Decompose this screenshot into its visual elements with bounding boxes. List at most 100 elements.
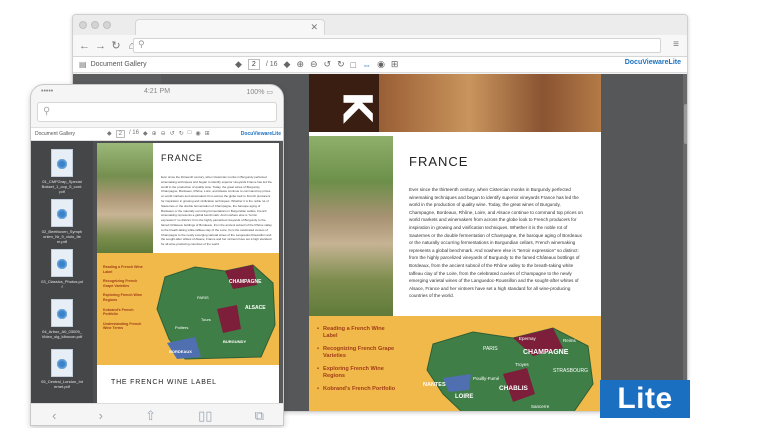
thumbnail-item[interactable]: 04_Arbox_A0_03009_Video_sig_ldbocon.pdf bbox=[41, 299, 83, 339]
svg-text:Sancerre: Sancerre bbox=[531, 404, 550, 409]
pdf-file-icon bbox=[51, 149, 73, 177]
thumbnail-filename: 02_Beethoven_Symphonien_Nr_9_violo_Item.… bbox=[41, 229, 83, 244]
address-bar[interactable]: ⚲ bbox=[133, 38, 661, 53]
mobile-thumbnail-panel[interactable]: 01_CMFGrap_SpecialBokset_1_cop_5_cont.pd… bbox=[31, 141, 93, 403]
section-item[interactable]: • Recognizing French Grape Varieties bbox=[317, 346, 397, 360]
thumbnails-icon[interactable]: ⊞ bbox=[391, 59, 399, 70]
thumbnail-filename: 04_Arbox_A0_03009_Video_sig_ldbocon.pdf bbox=[41, 329, 83, 339]
mobile-address-bar[interactable]: ⚲ bbox=[37, 102, 277, 122]
thumbnail-item[interactable]: 02_Beethoven_Symphonien_Nr_9_violo_Item.… bbox=[41, 199, 83, 244]
scrollbar-thumb[interactable] bbox=[684, 104, 687, 144]
previous-page-icon[interactable]: ◆ bbox=[235, 59, 242, 70]
rotate-right-icon[interactable]: ↻ bbox=[337, 59, 345, 70]
svg-text:CHABLIS: CHABLIS bbox=[499, 385, 529, 392]
svg-text:Tours: Tours bbox=[201, 317, 211, 322]
thumbnail-item[interactable]: 05_Central_London_Internet.pdf bbox=[41, 349, 83, 389]
svg-text:Troyes: Troyes bbox=[515, 362, 529, 367]
pdf-file-icon bbox=[51, 299, 73, 327]
svg-text:PARIS: PARIS bbox=[483, 346, 498, 352]
svg-text:LOIRE: LOIRE bbox=[455, 394, 473, 400]
back-arrow-icon[interactable]: ← bbox=[79, 40, 90, 52]
battery-icon: ▭ bbox=[266, 89, 273, 96]
document-gallery-label[interactable]: Document Gallery bbox=[35, 131, 75, 137]
browser-tab-bar: ✕ bbox=[73, 15, 687, 35]
section-item[interactable]: Kobrand's French Portfolio bbox=[103, 308, 143, 317]
document-page: K FRANCE Ever since the thirteenth centu… bbox=[309, 74, 601, 411]
document-gallery-label: Document Gallery bbox=[90, 61, 147, 68]
zoom-in-icon[interactable]: ⊕ bbox=[152, 130, 157, 138]
rotate-left-icon[interactable]: ↺ bbox=[170, 130, 175, 138]
svg-text:NANTES: NANTES bbox=[423, 382, 446, 388]
section-item[interactable]: • Reading a French Wine Label bbox=[317, 326, 397, 340]
section-list: Reading a French Wine Label Recognizing … bbox=[103, 265, 143, 336]
forward-arrow-icon[interactable]: → bbox=[95, 40, 106, 52]
bookmarks-icon[interactable]: ▯▯ bbox=[198, 408, 212, 424]
viewer-scrollbar[interactable] bbox=[683, 74, 687, 411]
section-item[interactable]: • Kobrand's French Portfolio bbox=[317, 386, 397, 393]
section-item[interactable]: Understanding French Wine Terms bbox=[103, 322, 143, 331]
forward-chevron-icon[interactable]: › bbox=[99, 408, 103, 423]
browser-nav-bar: ← → ↻ ⌂ ⚲ ≡ bbox=[73, 35, 687, 57]
svg-text:BORDEAUX: BORDEAUX bbox=[169, 349, 192, 354]
share-icon[interactable]: ⇧ bbox=[145, 408, 156, 424]
rotate-left-icon[interactable]: ↺ bbox=[324, 59, 332, 70]
maximize-window-button[interactable] bbox=[103, 21, 111, 29]
search-icon: ⚲ bbox=[43, 106, 51, 117]
section-item[interactable]: Reading a French Wine Label bbox=[103, 265, 143, 274]
france-wine-map: CHAMPAGNE ALSACE PARIS Tours Poitiers BO… bbox=[156, 264, 276, 360]
svg-text:Poitiers: Poitiers bbox=[175, 325, 188, 330]
close-tab-icon[interactable]: ✕ bbox=[310, 22, 318, 33]
section-band: • Reading a French Wine Label • Recognizin… bbox=[309, 316, 601, 411]
svg-text:Epernay: Epernay bbox=[519, 336, 537, 341]
tabs-icon[interactable]: ⧉ bbox=[255, 408, 264, 424]
svg-text:Reims: Reims bbox=[563, 338, 577, 343]
screenshot-stage: ✕ ← → ↻ ⌂ ⚲ ≡ ▤ Document Gallery ◆ 2 / 1… bbox=[0, 0, 760, 428]
page-banner-image: K bbox=[309, 74, 601, 132]
zoom-out-icon[interactable]: ⊖ bbox=[161, 130, 166, 138]
battery-indicator: 100% ▭ bbox=[246, 89, 273, 96]
thumbnail-item[interactable]: 03_Classics_Photos.pdf bbox=[41, 249, 83, 289]
previous-page-icon[interactable]: ◆ bbox=[107, 130, 112, 138]
reload-icon[interactable]: ↻ bbox=[111, 39, 121, 52]
fit-page-icon[interactable]: □ bbox=[188, 130, 192, 138]
france-wine-map: Epernay CHAMPAGNE PARIS Troyes NANTES LO… bbox=[423, 327, 594, 411]
browser-tab[interactable]: ✕ bbox=[135, 19, 325, 35]
lite-badge: Lite bbox=[600, 380, 690, 418]
window-controls bbox=[79, 21, 111, 29]
fit-width-icon[interactable]: ⇔ bbox=[362, 60, 371, 70]
minimize-window-button[interactable] bbox=[91, 21, 99, 29]
gallery-icon: ▤ bbox=[79, 60, 87, 69]
section-item[interactable]: • Exploring French Wine Regions bbox=[317, 366, 397, 380]
next-page-icon[interactable]: ◆ bbox=[284, 59, 291, 70]
thumbnail-filename: 03_Classics_Photos.pdf bbox=[41, 279, 83, 289]
page-number-input[interactable]: 2 bbox=[115, 130, 125, 138]
close-window-button[interactable] bbox=[79, 21, 87, 29]
view-mode-icon[interactable]: ◉ bbox=[195, 130, 200, 138]
page-body-text: Ever since the thirteenth century, when … bbox=[161, 175, 272, 247]
zoom-out-icon[interactable]: ⊖ bbox=[310, 59, 318, 70]
fit-page-icon[interactable]: □ bbox=[351, 60, 356, 70]
page-number-input[interactable]: 2 bbox=[247, 59, 260, 70]
svg-text:BURGUNDY: BURGUNDY bbox=[223, 339, 246, 344]
back-chevron-icon[interactable]: ‹ bbox=[52, 408, 56, 423]
svg-text:ALSACE: ALSACE bbox=[245, 305, 266, 311]
section-band: Reading a French Wine Label Recognizing … bbox=[97, 253, 279, 365]
mobile-document-viewer[interactable]: 01_CMFGrap_SpecialBokset_1_cop_5_cont.pd… bbox=[31, 141, 283, 403]
thumbnails-icon[interactable]: ⊞ bbox=[205, 130, 210, 138]
document-gallery-toggle[interactable]: ▤ Document Gallery bbox=[79, 60, 147, 69]
mobile-bottom-bar: ‹ › ⇧ ▯▯ ⧉ bbox=[31, 403, 283, 425]
mobile-page-navigation: ◆ 2 / 16 ◆ ⊕ ⊖ ↺ ↻ □ ◉ ⊞ bbox=[107, 130, 210, 138]
mobile-scrollbar[interactable] bbox=[280, 141, 283, 403]
docuvieware-logo: DocuViewareLite bbox=[240, 131, 281, 137]
rotate-right-icon[interactable]: ↻ bbox=[179, 130, 184, 138]
svg-text:CHAMPAGNE: CHAMPAGNE bbox=[523, 349, 569, 356]
section-item[interactable]: Recognizing French Grape Varieties bbox=[103, 279, 143, 288]
next-page-icon[interactable]: ◆ bbox=[143, 130, 148, 138]
section-item[interactable]: Exploring French Wine Regions bbox=[103, 293, 143, 302]
browser-menu-icon[interactable]: ≡ bbox=[673, 39, 679, 50]
mobile-viewer-toolbar: Document Gallery ◆ 2 / 16 ◆ ⊕ ⊖ ↺ ↻ □ ◉ … bbox=[31, 127, 283, 141]
thumbnail-item[interactable]: 01_CMFGrap_SpecialBokset_1_cop_5_cont.pd… bbox=[41, 149, 83, 194]
view-mode-icon[interactable]: ◉ bbox=[377, 59, 385, 70]
zoom-in-icon[interactable]: ⊕ bbox=[296, 59, 304, 70]
vineyard-photo bbox=[309, 136, 393, 316]
